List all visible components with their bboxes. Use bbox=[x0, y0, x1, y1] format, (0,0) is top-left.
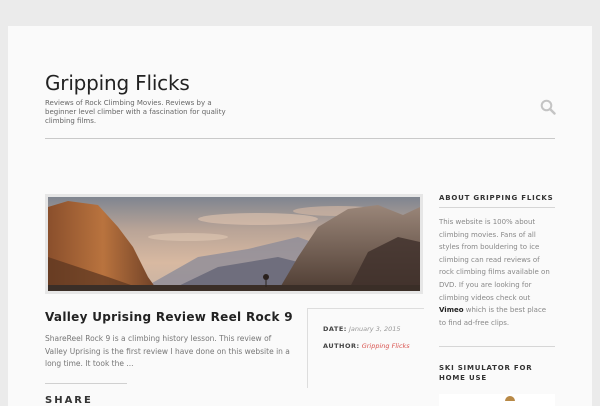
site-description: Reviews of Rock Climbing Movies. Reviews… bbox=[45, 99, 226, 125]
excerpt-divider bbox=[45, 383, 127, 384]
header-divider bbox=[45, 138, 555, 139]
post-author: AUTHOR: Gripping Flicks bbox=[323, 342, 410, 350]
featured-image[interactable] bbox=[45, 194, 423, 294]
about-text-before: This website is 100% about climbing movi… bbox=[439, 218, 550, 302]
sidebar-about-divider bbox=[439, 207, 555, 208]
sidebar-section-divider bbox=[439, 346, 555, 347]
post-excerpt: ShareReel Rock 9 is a climbing history l… bbox=[45, 334, 290, 368]
page-container: Gripping Flicks Reviews of Rock Climbing… bbox=[8, 26, 592, 406]
sidebar-ski-heading: SKI SIMULATOR FOR HOME USE bbox=[439, 364, 533, 382]
author-label: AUTHOR: bbox=[323, 342, 360, 350]
sidebar-about-heading: ABOUT GRIPPING FLICKS bbox=[439, 194, 554, 202]
site-title[interactable]: Gripping Flicks bbox=[45, 71, 190, 95]
share-heading: SHARE bbox=[45, 395, 93, 406]
ski-simulator-image[interactable] bbox=[439, 394, 555, 406]
author-link[interactable]: Gripping Flicks bbox=[362, 342, 410, 350]
post-meta: DATE: January 3, 2015 AUTHOR: Gripping F… bbox=[307, 308, 424, 388]
mountain-landscape-image bbox=[48, 197, 420, 291]
post-date: DATE: January 3, 2015 bbox=[323, 325, 401, 333]
ski-image-detail bbox=[505, 396, 515, 401]
vimeo-link[interactable]: Vimeo bbox=[439, 306, 464, 314]
search-icon[interactable] bbox=[540, 99, 556, 115]
date-label: DATE: bbox=[323, 325, 347, 333]
date-value: January 3, 2015 bbox=[348, 325, 401, 333]
sidebar-about-text: This website is 100% about climbing movi… bbox=[439, 216, 555, 329]
post-title-link[interactable]: Valley Uprising Review Reel Rock 9 bbox=[45, 310, 293, 324]
